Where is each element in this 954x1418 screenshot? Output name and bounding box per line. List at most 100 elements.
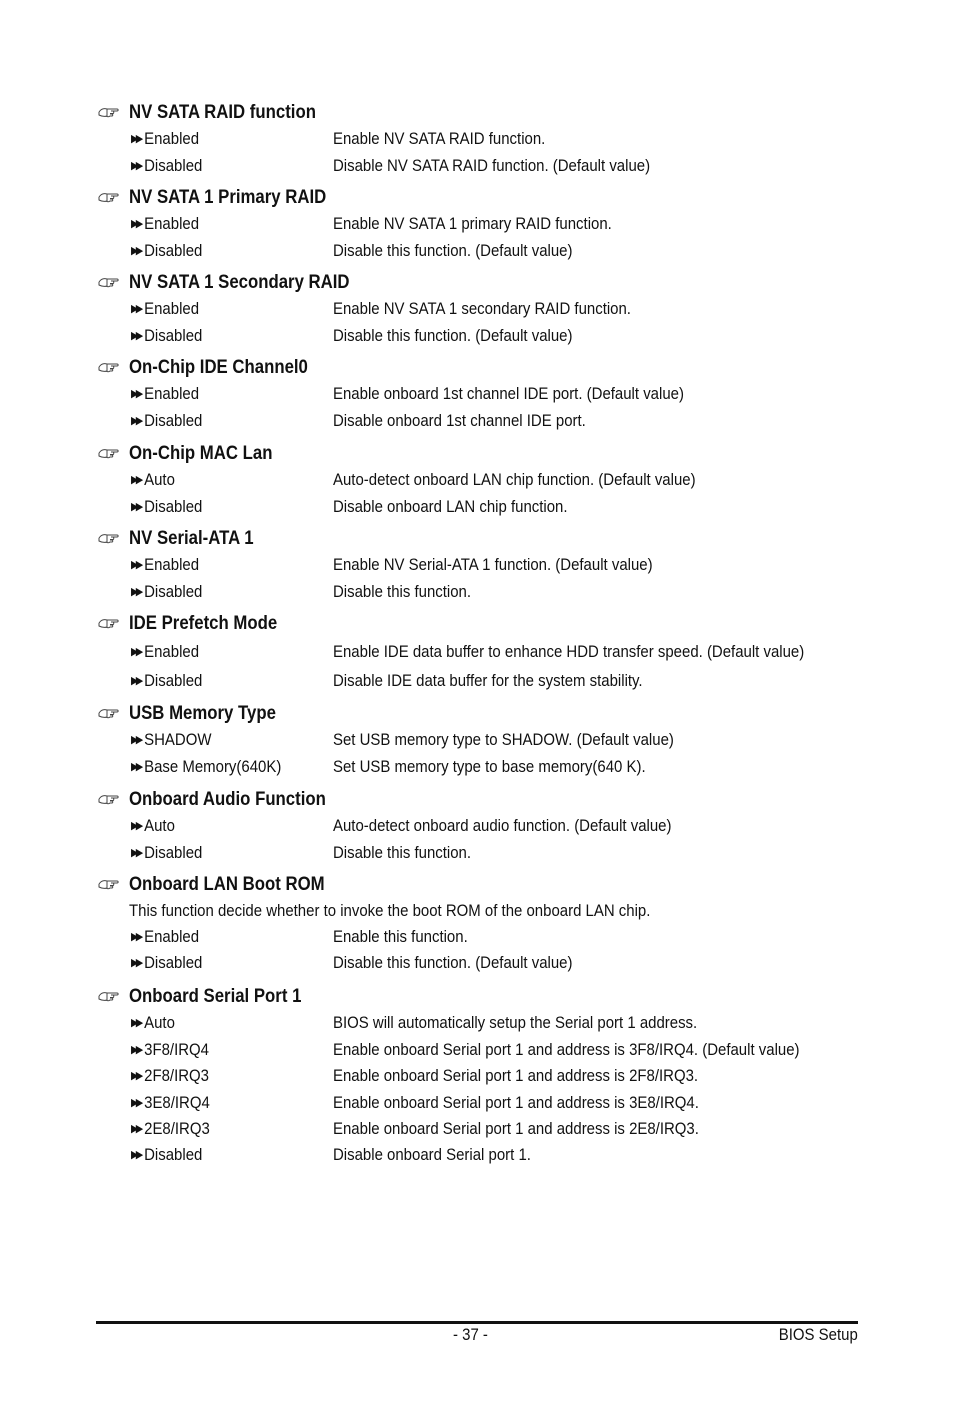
option-row: ▶▶ Disabled Disable onboard LAN chip funct…	[0, 496, 954, 518]
option-row: ▶▶ SHADOW Set USB memory type to SHADOW. (…	[0, 729, 954, 751]
option-row: ▶▶ Auto Auto-detect onboard audio function…	[0, 815, 954, 837]
option-label: Disabled	[144, 326, 203, 345]
option-label-cell: ▶▶ Auto	[131, 1012, 175, 1034]
section-heading: USB Memory Type	[129, 702, 276, 724]
footer-rule	[96, 1321, 858, 1324]
option-label: Enabled	[144, 299, 200, 318]
pointing-hand-icon	[98, 792, 120, 806]
option-label-cell: ▶▶ Auto	[131, 469, 175, 491]
option-description: Disable onboard Serial port 1.	[333, 1145, 531, 1164]
option-label: Enabled	[144, 129, 200, 148]
option-label: Disabled	[144, 1145, 203, 1164]
option-label: 3F8/IRQ4	[144, 1040, 209, 1059]
option-row: ▶▶ Disabled Disable this function.	[0, 842, 954, 864]
double-arrow-icon: ▶▶	[131, 160, 143, 172]
option-label: 2F8/IRQ3	[144, 1066, 209, 1085]
option-row: ▶▶ Enabled Enable NV SATA 1 secondary RAID…	[0, 298, 954, 320]
option-description: Set USB memory type to base memory(640 K…	[333, 757, 646, 776]
option-description: Enable NV SATA RAID function.	[333, 129, 546, 148]
double-arrow-icon: ▶▶	[131, 761, 143, 773]
option-row: ▶▶ 2E8/IRQ3 Enable onboard Serial port 1 a…	[0, 1118, 954, 1140]
option-label: 2E8/IRQ3	[144, 1119, 210, 1138]
option-description: Disable this function. (Default value)	[333, 953, 573, 972]
option-row: ▶▶ Enabled Enable NV Serial-ATA 1 function…	[0, 554, 954, 576]
option-label-cell: ▶▶ Enabled	[131, 926, 199, 948]
option-row: ▶▶ Enabled Enable NV SATA RAID function.	[0, 128, 954, 150]
option-row: ▶▶ 3F8/IRQ4 Enable onboard Serial port 1 a…	[0, 1039, 954, 1061]
option-row: ▶▶ Disabled Disable NV SATA RAID function.…	[0, 155, 954, 177]
option-label-cell: ▶▶ Disabled	[131, 496, 202, 518]
option-description: Enable onboard Serial port 1 and address…	[333, 1119, 699, 1138]
double-arrow-icon: ▶▶	[131, 218, 143, 230]
option-description: Enable this function.	[333, 927, 468, 946]
option-row: ▶▶ Enabled Enable this function.	[0, 926, 954, 948]
option-row: ▶▶ Base Memory(640K) Set USB memory type t…	[0, 756, 954, 778]
double-arrow-icon: ▶▶	[131, 1070, 143, 1082]
double-arrow-icon: ▶▶	[131, 931, 143, 943]
section-heading: NV SATA RAID function	[129, 101, 316, 123]
double-arrow-icon: ▶▶	[131, 820, 143, 832]
section-heading: On-Chip MAC Lan	[129, 442, 273, 464]
option-label: Auto	[144, 470, 175, 489]
option-row: ▶▶ 3E8/IRQ4 Enable onboard Serial port 1 a…	[0, 1092, 954, 1114]
option-label: Disabled	[144, 953, 203, 972]
double-arrow-icon: ▶▶	[131, 1044, 143, 1056]
option-label-cell: ▶▶ Disabled	[131, 410, 202, 432]
option-description: Disable IDE data buffer for the system s…	[333, 671, 643, 690]
double-arrow-icon: ▶▶	[131, 675, 143, 687]
option-description: Enable NV Serial-ATA 1 function. (Defaul…	[333, 555, 653, 574]
option-row: ▶▶ Disabled Disable this function. (Defaul…	[0, 952, 954, 974]
pointing-hand-icon	[98, 360, 120, 374]
pointing-hand-icon	[98, 190, 120, 204]
section-heading: Onboard Serial Port 1	[129, 985, 302, 1007]
option-label-cell: ▶▶ Enabled	[131, 641, 199, 663]
double-arrow-icon: ▶▶	[131, 586, 143, 598]
option-description: Auto-detect onboard LAN chip function. (…	[333, 470, 696, 489]
option-label: Disabled	[144, 843, 203, 862]
section-note: This function decide whether to invoke t…	[129, 901, 651, 920]
option-label-cell: ▶▶ Enabled	[131, 128, 199, 150]
page-number: - 37 -	[453, 1325, 488, 1344]
double-arrow-icon: ▶▶	[131, 646, 143, 658]
option-description: Enable onboard Serial port 1 and address…	[333, 1066, 699, 1085]
option-label: Enabled	[144, 384, 200, 403]
section-heading: NV SATA 1 Primary RAID	[129, 186, 327, 208]
option-description: Disable onboard LAN chip function.	[333, 497, 568, 516]
option-description: Enable NV SATA 1 secondary RAID function…	[333, 299, 631, 318]
option-description: Enable NV SATA 1 primary RAID function.	[333, 214, 612, 233]
option-label-cell: ▶▶ 2E8/IRQ3	[131, 1118, 210, 1140]
option-row: ▶▶ Enabled Enable NV SATA 1 primary RAID f…	[0, 213, 954, 235]
option-label: Disabled	[144, 497, 203, 516]
option-label: Disabled	[144, 241, 203, 260]
option-row: ▶▶ Disabled Disable onboard 1st channel ID…	[0, 410, 954, 432]
option-label: Disabled	[144, 411, 203, 430]
pointing-hand-icon	[98, 877, 120, 891]
option-label: Enabled	[144, 214, 200, 233]
section-heading: Onboard LAN Boot ROM	[129, 873, 325, 895]
option-label: Auto	[144, 1013, 175, 1032]
option-label: 3E8/IRQ4	[144, 1093, 210, 1112]
option-description: Disable NV SATA RAID function. (Default …	[333, 156, 651, 175]
option-description: Auto-detect onboard audio function. (Def…	[333, 816, 672, 835]
double-arrow-icon: ▶▶	[131, 415, 143, 427]
option-label-cell: ▶▶ Disabled	[131, 581, 202, 603]
option-description: Enable onboard Serial port 1 and address…	[333, 1093, 699, 1112]
option-label: SHADOW	[144, 730, 212, 749]
option-description: Enable onboard Serial port 1 and address…	[333, 1040, 800, 1059]
pointing-hand-icon	[98, 105, 120, 119]
option-row: ▶▶ Disabled Disable this function.	[0, 581, 954, 603]
option-label: Disabled	[144, 156, 203, 175]
pointing-hand-icon	[98, 275, 120, 289]
option-row: ▶▶ Auto Auto-detect onboard LAN chip funct…	[0, 469, 954, 491]
option-label-cell: ▶▶ SHADOW	[131, 729, 211, 751]
option-description: Disable this function.	[333, 582, 472, 601]
double-arrow-icon: ▶▶	[131, 1017, 143, 1029]
option-row: ▶▶ Disabled Disable IDE data buffer for th…	[0, 670, 954, 692]
option-label-cell: ▶▶ Base Memory(640K)	[131, 756, 281, 778]
option-row: ▶▶ Disabled Disable onboard Serial port 1.	[0, 1144, 954, 1166]
double-arrow-icon: ▶▶	[131, 388, 143, 400]
double-arrow-icon: ▶▶	[131, 133, 143, 145]
option-label-cell: ▶▶ Disabled	[131, 952, 202, 974]
option-label-cell: ▶▶ Disabled	[131, 325, 202, 347]
double-arrow-icon: ▶▶	[131, 1149, 143, 1161]
